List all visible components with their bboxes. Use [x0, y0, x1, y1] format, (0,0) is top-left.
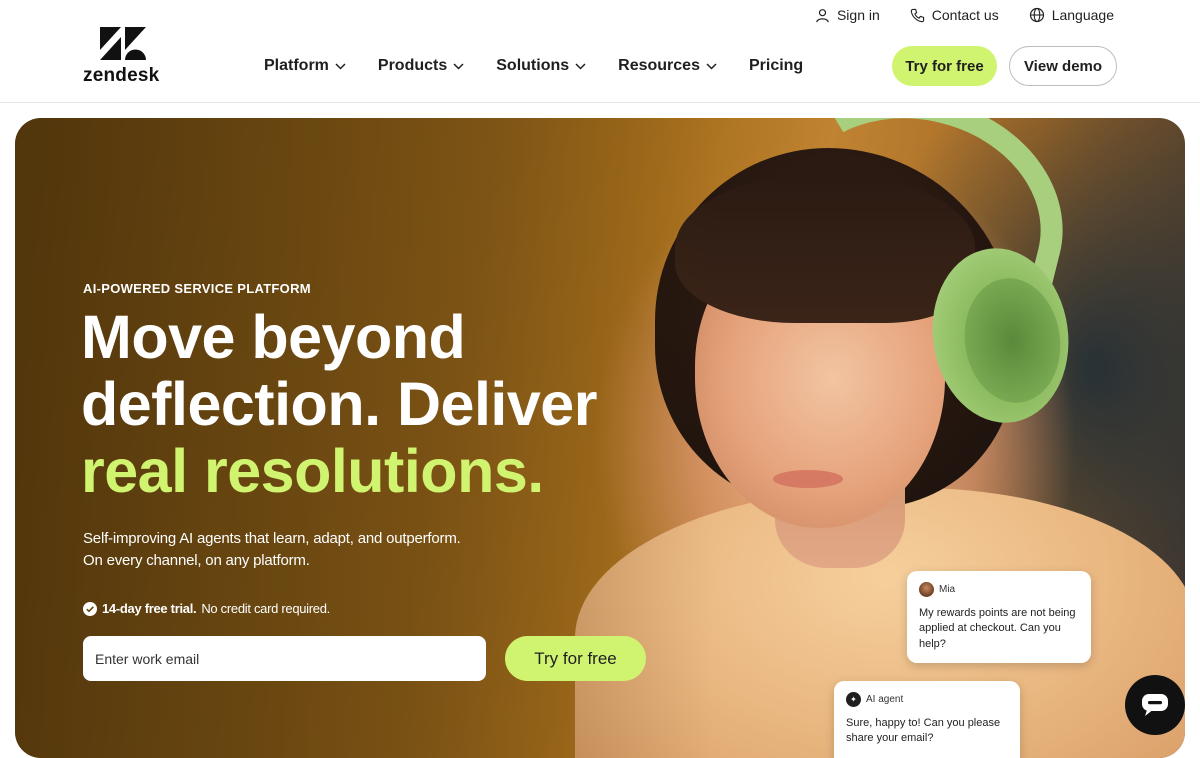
customer-name: Mia	[939, 584, 956, 595]
chat-card-header: ✦ AI agent	[846, 692, 1008, 708]
trial-rest: No credit card required.	[201, 601, 330, 616]
hero-try-for-free-button[interactable]: Try for free	[505, 636, 646, 681]
zendesk-logo[interactable]: zendesk	[83, 27, 163, 87]
agent-message: Sure, happy to! Can you please share you…	[846, 716, 1001, 745]
contact-us-link[interactable]: Contact us	[910, 7, 999, 23]
logo-wordmark: zendesk	[83, 65, 160, 86]
globe-icon	[1029, 7, 1044, 23]
hero-photo-lips	[773, 470, 843, 488]
nav-item-label: Solutions	[496, 57, 570, 74]
nav-item-label: Pricing	[748, 57, 804, 74]
user-icon	[816, 8, 829, 22]
utility-bar: Sign in Contact us Language	[815, 6, 1114, 24]
try-for-free-button[interactable]: Try for free	[892, 46, 997, 86]
nav-item-resources[interactable]: Resources	[618, 55, 717, 77]
zendesk-logo-mark	[100, 27, 146, 60]
chat-bubble-icon	[1142, 694, 1168, 716]
view-demo-button[interactable]: View demo	[1009, 46, 1117, 86]
nav-item-label: Platform	[264, 57, 329, 74]
main-nav: Platform Products Solutions Resources Pr…	[264, 55, 803, 77]
nav-item-pricing[interactable]: Pricing	[749, 55, 803, 77]
site-header: zendesk Sign in Contact us Language Plat…	[0, 0, 1200, 103]
subtext-line: On every channel, on any platform.	[83, 552, 310, 569]
chevron-down-icon	[335, 62, 346, 70]
work-email-input[interactable]	[83, 636, 486, 681]
chevron-down-icon	[453, 62, 464, 70]
language-label: Language	[1051, 7, 1114, 23]
customer-chat-card: Mia My rewards points are not being appl…	[907, 571, 1091, 663]
chat-widget-button[interactable]	[1125, 675, 1185, 735]
sign-in-link[interactable]: Sign in	[815, 7, 880, 23]
headline-accent: real resolutions.	[81, 437, 544, 505]
agent-chat-card: ✦ AI agent Sure, happy to! Can you pleas…	[834, 681, 1020, 758]
trial-note: 14-day free trial. No credit card requir…	[83, 601, 330, 616]
headline-line: deflection. Deliver	[81, 370, 597, 438]
nav-item-label: Products	[377, 57, 448, 74]
phone-icon	[910, 8, 924, 22]
chat-card-header: Mia	[919, 582, 1079, 598]
ai-agent-icon: ✦	[846, 692, 861, 708]
hero-section: AI-POWERED SERVICE PLATFORM Move beyond …	[15, 118, 1185, 758]
contact-us-label: Contact us	[931, 7, 999, 23]
agent-name: AI agent	[866, 694, 904, 705]
language-selector[interactable]: Language	[1029, 7, 1114, 23]
chevron-down-icon	[575, 62, 586, 70]
trial-bold: 14-day free trial.	[102, 601, 197, 616]
hero-headline: Move beyond deflection. Deliver real res…	[81, 304, 721, 505]
customer-message: My rewards points are not being applied …	[919, 606, 1076, 650]
nav-item-platform[interactable]: Platform	[264, 55, 346, 77]
nav-item-label: Resources	[618, 57, 700, 74]
hero-eyebrow: AI-POWERED SERVICE PLATFORM	[83, 281, 311, 296]
nav-item-solutions[interactable]: Solutions	[496, 55, 586, 77]
chevron-down-icon	[706, 62, 717, 70]
nav-item-products[interactable]: Products	[378, 55, 464, 77]
hero-subtext: Self-improving AI agents that learn, ada…	[83, 528, 543, 572]
headline-line: Move beyond	[81, 303, 466, 371]
sign-in-label: Sign in	[836, 7, 880, 23]
subtext-line: Self-improving AI agents that learn, ada…	[83, 530, 461, 547]
avatar	[919, 582, 934, 598]
check-circle-icon	[83, 601, 97, 616]
